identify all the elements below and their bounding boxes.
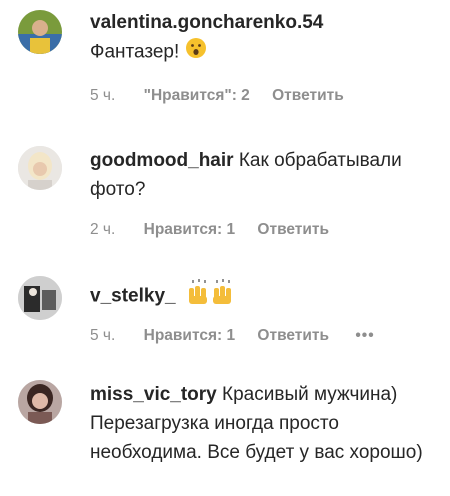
surprised-face-emoji [185,37,207,68]
comment-meta: 5 ч. "Нравится": 2 Ответить [90,86,344,106]
comment-username[interactable]: valentina.goncharenko.54 [90,12,323,33]
comment-item: goodmood_hair Как обрабатывали фото? 2 ч… [0,138,450,248]
likes-count[interactable]: Нравится: 1 [144,220,235,240]
avatar[interactable] [18,10,62,54]
likes-count[interactable]: "Нравится": 2 [144,86,250,106]
comment-meta: 5 ч. Нравится: 1 Ответить ••• [90,326,375,346]
comment-meta: 2 ч. Нравится: 1 Ответить [90,220,329,240]
avatar[interactable] [18,380,62,424]
comment-time: 5 ч. [90,87,116,104]
avatar[interactable] [18,276,62,320]
comment-item: valentina.goncharenko.54 Фантазер! 5 ч. … [0,0,450,120]
comment-username[interactable]: goodmood_hair [90,150,234,171]
comment-text: Фантазер! [90,41,180,63]
comment-username[interactable]: v_stelky_ [90,286,176,307]
reply-button[interactable]: Ответить [257,326,329,346]
avatar-image [18,380,62,424]
avatar-image [18,146,62,190]
reply-button[interactable]: Ответить [272,86,344,106]
comment-item: v_stelky_ 5 ч. Нравится: 1 Ответить ••• [0,270,450,360]
comment-time: 2 ч. [90,221,116,238]
comment-time: 5 ч. [90,327,116,344]
more-options-icon[interactable]: ••• [355,326,374,346]
raising-hands-emoji [185,278,235,315]
comment-username[interactable]: miss_vic_tory [90,384,217,405]
avatar[interactable] [18,146,62,190]
avatar-image [18,276,62,320]
likes-count[interactable]: Нравится: 1 [144,326,235,346]
comment-item: miss_vic_tory Красивый мужчина) Перезагр… [0,372,450,496]
reply-button[interactable]: Ответить [257,220,329,240]
avatar-image [18,10,62,54]
